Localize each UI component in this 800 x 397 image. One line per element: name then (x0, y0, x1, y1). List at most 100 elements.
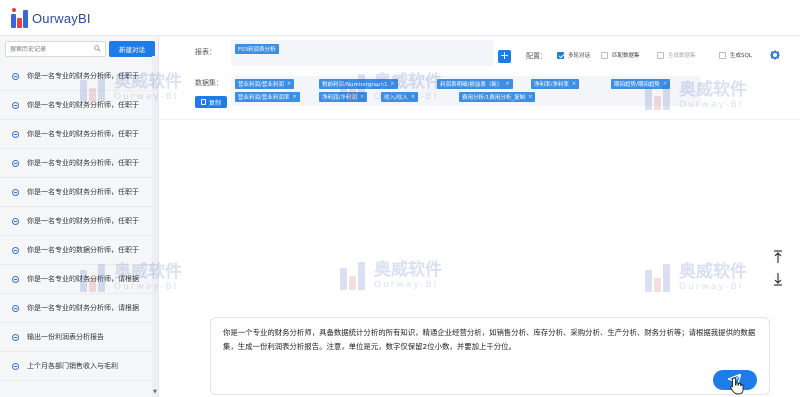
remove-tag-icon[interactable]: × (528, 94, 532, 100)
history-item-label: 你是一名专业的财务分析师，任职于 (27, 130, 139, 138)
search-icon[interactable] (94, 45, 101, 52)
dataset-tag-label: 收入/收入 (384, 95, 408, 101)
checkbox[interactable] (557, 51, 564, 59)
history-item[interactable]: 你是一名专业的数据分析师，任职于 (0, 236, 152, 265)
watermark: 奥威软件Ourway-BI (645, 262, 747, 292)
dataset-tag[interactable]: 净利润/净利润 × (319, 92, 368, 102)
copy-button[interactable]: 复制 (195, 96, 227, 108)
remove-tag-icon[interactable]: × (505, 81, 509, 87)
divider (160, 119, 800, 120)
app-header: OurwayBI (0, 0, 800, 36)
chat-bubble-icon (12, 188, 19, 196)
report-tag-label: F03利润表分析 (238, 47, 276, 53)
dataset-tag[interactable]: 营业利润/营业利润率 × (235, 92, 300, 102)
config-option[interactable]: 匹配数据集 (601, 51, 640, 59)
history-item-label: 输出一份利润表分析报告 (27, 333, 104, 341)
history-sidebar: 新建对话 你是一名专业的财务分析师，任职于你是一名专业的财务分析师，任职于你是一… (0, 36, 159, 397)
chat-bubble-icon (12, 159, 19, 167)
config-option-label: 生成SQL (730, 53, 752, 59)
history-item-label: 你是一名专业的财务分析师，任职于 (27, 217, 139, 225)
dataset-label: 数据集： (195, 79, 223, 87)
history-item[interactable]: 你是一名专业的财务分析师，任职于 (0, 62, 152, 91)
chat-bubble-icon (12, 217, 19, 225)
dataset-tag[interactable]: 费用分析/1费用分析_复制 × (459, 92, 536, 102)
dataset-tag[interactable]: 营业利润/营业利润 × (235, 79, 295, 89)
remove-tag-icon[interactable]: × (390, 81, 394, 87)
chat-bubble-icon (12, 304, 19, 312)
hand-cursor-icon (730, 377, 744, 395)
history-item[interactable]: 你是一名专业的财务分析师，任职于 (0, 178, 152, 207)
dataset-tag[interactable]: 净利率/净利率 × (531, 79, 580, 89)
chat-bubble-icon (12, 246, 19, 254)
dataset-tag[interactable]: 期间趋势/期间趋势 × (611, 79, 671, 89)
config-option-label: 生成数据集 (668, 53, 696, 59)
history-item-label: 你是一名专业的财务分析师，任职于 (27, 72, 139, 80)
search-input[interactable] (10, 45, 92, 53)
scroll-down-icon[interactable]: ▼ (152, 389, 158, 395)
search-box[interactable] (5, 41, 106, 57)
chat-bubble-icon (12, 101, 19, 109)
chat-bubble-icon (12, 130, 19, 138)
chat-bubble-icon (12, 333, 19, 341)
history-item-label: 上个月各部门销售收入与毛利 (27, 362, 118, 370)
dataset-tag[interactable]: 利润表明细/损益表（新） × (437, 79, 513, 89)
checkbox[interactable] (601, 51, 608, 59)
config-option-label: 多轮对话 (568, 53, 591, 59)
remove-tag-icon[interactable]: × (292, 94, 296, 100)
history-item[interactable]: 你是一名专业的财务分析师，任职于 (0, 91, 152, 120)
history-item[interactable]: 你是一名专业的财务分析师，请根据 (0, 265, 152, 294)
app-title: OurwayBI (32, 10, 91, 26)
prompt-text[interactable]: 你是一个专业的财务分析师，具备数据统计分析的所有知识，精通企业经营分析，如销售分… (223, 326, 763, 354)
config-panel: 报表： F03利润表分析 + 配置： 多轮对话 匹配数据集 生成数据集 生成SQL 数… (186, 38, 791, 118)
dataset-tag-label: 税前利润/Numbergraph1 (322, 82, 388, 88)
app-logo[interactable]: OurwayBI (9, 8, 91, 28)
remove-tag-icon[interactable]: × (360, 94, 364, 100)
history-item[interactable]: 输出一份利润表分析报告 (0, 323, 152, 352)
history-item-label: 你是一名专业的财务分析师，任职于 (27, 159, 139, 167)
scroll-top-icon[interactable] (772, 250, 784, 264)
dataset-tag-label: 费用分析/1费用分析_复制 (462, 95, 526, 101)
report-tag[interactable]: F03利润表分析 (235, 44, 279, 54)
copy-icon (200, 99, 206, 105)
scroll-bottom-icon[interactable] (772, 272, 784, 286)
config-label: 配置： (526, 52, 547, 60)
report-selector[interactable]: F03利润表分析 (231, 40, 493, 66)
config-option-label: 匹配数据集 (612, 53, 640, 59)
gear-icon[interactable] (770, 50, 780, 60)
history-item[interactable]: 你是一名专业的财务分析师，任职于 (0, 207, 152, 236)
config-option[interactable]: 生成数据集 (657, 51, 696, 59)
remove-tag-icon[interactable]: × (663, 81, 667, 87)
checkbox[interactable] (657, 51, 664, 59)
prompt-input-box[interactable]: 你是一个专业的财务分析师，具备数据统计分析的所有知识，精通企业经营分析，如销售分… (210, 317, 770, 395)
remove-tag-icon[interactable]: × (411, 94, 415, 100)
dataset-tag-label: 利润表明细/损益表（新） (440, 82, 503, 88)
add-report-button[interactable]: + (498, 50, 511, 63)
checkbox[interactable] (719, 51, 726, 59)
logo-icon (9, 8, 29, 28)
remove-tag-icon[interactable]: × (287, 81, 291, 87)
history-item[interactable]: 你是一名专业的财务分析师，请根据 (0, 294, 152, 323)
search-row: 新建对话 (5, 41, 155, 57)
dataset-tag-label: 净利润/净利润 (322, 95, 357, 101)
chat-bubble-icon (12, 72, 19, 80)
chat-bubble-icon (12, 275, 19, 283)
dataset-tag-label: 营业利润/营业利润率 (238, 95, 290, 101)
new-chat-button[interactable]: 新建对话 (109, 41, 155, 57)
history-item[interactable]: 你是一名专业的财务分析师，任职于 (0, 149, 152, 178)
watermark: 奥威软件Ourway-BI (340, 260, 442, 290)
report-label: 报表： (195, 48, 216, 56)
history-item-label: 你是一名专业的财务分析师，请根据 (27, 304, 139, 312)
config-option[interactable]: 多轮对话 (557, 51, 590, 59)
config-option[interactable]: 生成SQL (719, 51, 752, 59)
dataset-tag[interactable]: 收入/收入 × (381, 92, 419, 102)
copy-label: 复制 (208, 99, 221, 107)
history-item[interactable]: 上个月各部门销售收入与毛利 (0, 352, 152, 381)
remove-tag-icon[interactable]: × (572, 81, 576, 87)
sidebar-scrollbar[interactable]: ▼ (152, 56, 158, 397)
dataset-tag[interactable]: 税前利润/Numbergraph1 × (319, 79, 398, 89)
dataset-tag-label: 净利率/净利率 (534, 82, 569, 88)
history-item-label: 你是一名专业的财务分析师，任职于 (27, 101, 139, 109)
history-item[interactable]: 你是一名专业的财务分析师，任职于 (0, 120, 152, 149)
dataset-selector[interactable]: 营业利润/营业利润 × 税前利润/Numbergraph1 × 利润表明细/损益表（新）… (231, 76, 701, 106)
history-item-label: 你是一名专业的数据分析师，任职于 (27, 246, 139, 254)
